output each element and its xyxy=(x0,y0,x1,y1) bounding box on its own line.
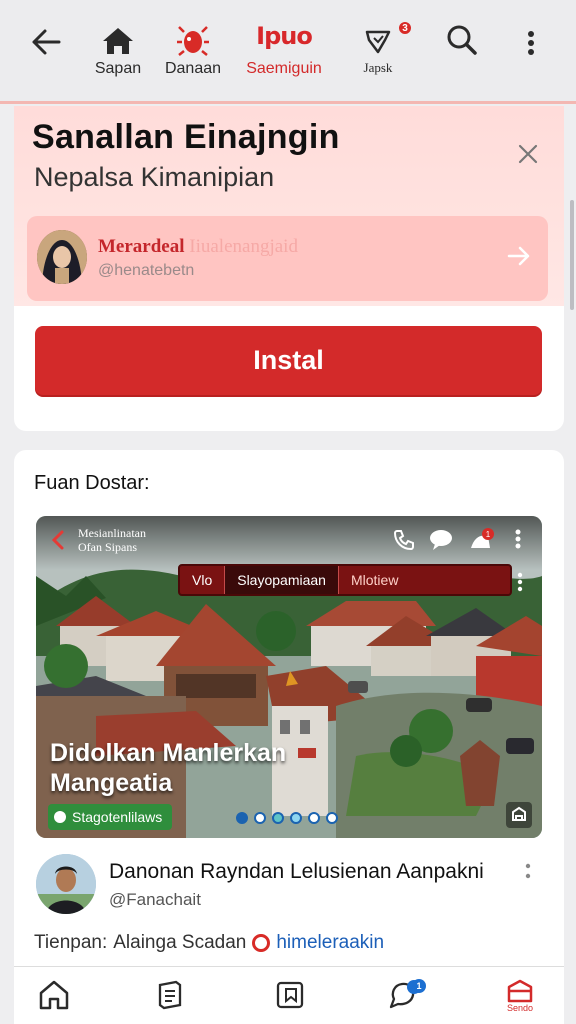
install-subtitle: Nepalsa Kimanipian xyxy=(34,162,275,192)
expand-button[interactable] xyxy=(506,802,532,828)
chat-badge: 1 xyxy=(412,979,426,993)
media-headline: Didolkan Manlerkan Mangeatia xyxy=(50,739,287,797)
post-meta-link[interactable]: himeleraakin xyxy=(276,932,384,954)
bottom-nav-chat[interactable]: 1 xyxy=(384,979,426,1019)
logo-icon: Ipuo xyxy=(256,0,313,58)
notification-badge-count: 1 xyxy=(486,530,491,539)
media-tag-label: Stagotenlilaws xyxy=(72,809,163,825)
install-header: Sanallan Einajngin Nepalsa Kimanipian Me… xyxy=(14,106,564,306)
promo-handle: @henatebetn xyxy=(98,262,195,279)
nav-label: Japsk xyxy=(363,60,393,75)
pager-dot[interactable] xyxy=(326,812,338,824)
bottom-nav-store-label: Sendo xyxy=(506,1003,534,1013)
carousel-pager xyxy=(236,812,338,824)
search-icon xyxy=(446,0,478,58)
bottom-navigation: 1 Sendo xyxy=(14,966,564,1024)
store-icon xyxy=(507,979,533,1003)
bug-icon xyxy=(176,0,210,58)
install-banner: Sanallan Einajngin Nepalsa Kimanipian Me… xyxy=(14,106,564,431)
more-vertical-icon[interactable] xyxy=(514,528,524,554)
tab-mlotiew[interactable]: Mlotiew xyxy=(339,566,410,594)
promo-name-main: Merardeal xyxy=(98,236,185,257)
pager-dot[interactable] xyxy=(236,812,248,824)
more-vertical-icon xyxy=(527,0,535,58)
post-title[interactable]: Danonan Rayndan Lelusienan Aanpakni xyxy=(109,860,484,884)
media-channel: Mesianlinatan Ofan Sipans xyxy=(78,526,146,554)
arrow-right-icon xyxy=(505,242,533,270)
back-arrow-icon xyxy=(31,0,61,58)
heart-tag-icon: 3 xyxy=(363,0,413,58)
nav-label: Sapan xyxy=(94,60,142,77)
post-meta-place: Alainga Scadan xyxy=(113,932,247,953)
stack-icon xyxy=(158,980,182,1010)
install-button[interactable]: Instal xyxy=(35,326,542,395)
tag-dot-icon xyxy=(54,811,66,823)
bottom-nav-home[interactable] xyxy=(34,979,74,1019)
tab-vlo[interactable]: Vlo xyxy=(180,566,226,594)
avatar[interactable] xyxy=(36,854,96,914)
post-meta-prefix: Tienpan: xyxy=(34,932,108,953)
nav-item-saemiguin[interactable]: Ipuo Saemiguin xyxy=(238,0,330,100)
close-button[interactable] xyxy=(514,140,542,168)
home-icon xyxy=(39,980,69,1010)
pager-dot[interactable] xyxy=(308,812,320,824)
tab-slayopamiaan[interactable]: Slayopamiaan xyxy=(225,566,339,594)
feed-section-label: Fuan Dostar: xyxy=(34,472,150,494)
nav-label: Saemiguin xyxy=(246,60,322,77)
more-menu-button[interactable] xyxy=(516,0,546,100)
bottom-nav-store[interactable]: Sendo xyxy=(500,979,540,1019)
more-vertical-icon[interactable] xyxy=(516,572,524,592)
promo-account-row[interactable]: Merardeal Iiualenangjaid @henatebetn xyxy=(27,216,548,301)
pager-dot[interactable] xyxy=(290,812,302,824)
home-icon xyxy=(101,0,135,58)
phone-icon[interactable] xyxy=(392,528,418,554)
avatar xyxy=(37,230,87,284)
logo-text: Ipuo xyxy=(256,22,313,50)
nav-label: Danaan xyxy=(164,60,222,77)
back-button[interactable] xyxy=(24,0,68,100)
post-handle[interactable]: @Fanachait xyxy=(109,890,201,910)
nav-item-sapan[interactable]: Sapan xyxy=(88,0,148,100)
bottom-nav-bookmark[interactable] xyxy=(270,979,310,1019)
expand-icon xyxy=(512,806,526,821)
bottom-nav-stack[interactable] xyxy=(150,979,190,1019)
pager-dot[interactable] xyxy=(272,812,284,824)
bookmark-icon xyxy=(276,981,304,1009)
media-preview[interactable]: Mesianlinatan Ofan Sipans 1 Vlo Slayopam… xyxy=(36,516,542,838)
nav-item-japsk[interactable]: 3 Japsk xyxy=(352,0,413,100)
more-vertical-icon[interactable] xyxy=(524,862,534,884)
nav-item-danaan[interactable]: Danaan xyxy=(160,0,226,100)
feed-card: Fuan Dostar: Mesianlinatan Ofan Sipans 1… xyxy=(14,450,564,990)
notification-icon[interactable]: 1 xyxy=(468,528,494,554)
promo-name-faded: Iiualenangjaid xyxy=(189,236,298,257)
pager-dot[interactable] xyxy=(254,812,266,824)
location-icon xyxy=(252,934,271,952)
media-tab-strip: Vlo Slayopamiaan Mlotiew xyxy=(178,564,512,596)
top-navigation: Sapan Danaan Ipuo Saemiguin 3 Japsk xyxy=(0,0,576,104)
search-button[interactable] xyxy=(440,0,484,100)
scrollbar[interactable] xyxy=(570,200,574,310)
close-icon xyxy=(518,144,538,164)
notification-badge: 3 xyxy=(397,20,413,36)
back-icon[interactable] xyxy=(50,530,66,550)
media-tag-chip[interactable]: Stagotenlilaws xyxy=(48,804,173,830)
promo-name: Merardeal Iiualenangjaid xyxy=(98,236,298,258)
chat-bubble-icon[interactable] xyxy=(428,528,454,554)
post-meta: Tienpan: Alainga Scadan himeleraakin xyxy=(34,932,384,954)
install-title: Sanallan Einajngin xyxy=(32,118,340,156)
